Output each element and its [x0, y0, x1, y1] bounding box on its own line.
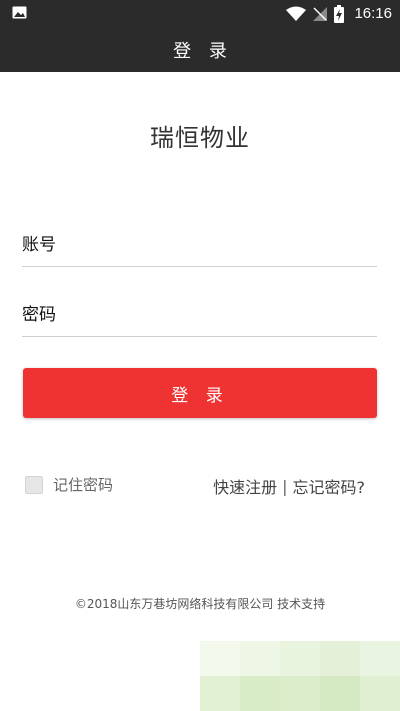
footer-copyright: ©2018山东万巷坊网络科技有限公司 技术支持	[74, 597, 326, 611]
app-bar: 登 录	[0, 27, 400, 72]
image-icon	[12, 6, 27, 19]
login-button[interactable]: 登 录	[23, 368, 377, 418]
no-signal-icon	[313, 6, 328, 21]
forgot-password-link[interactable]: 忘记密码?	[293, 474, 366, 498]
pixelated-watermark	[200, 641, 400, 711]
account-links: 快速注册 | 忘记密码?	[213, 474, 365, 498]
password-field	[22, 294, 377, 337]
battery-charging-icon	[334, 4, 345, 23]
wifi-icon	[286, 6, 307, 21]
remember-password-checkbox[interactable]	[25, 475, 43, 494]
remember-password[interactable]: 记住密码	[25, 474, 113, 495]
account-field	[22, 224, 377, 267]
register-link[interactable]: 快速注册	[213, 474, 277, 498]
page-title: 登 录	[173, 40, 233, 62]
account-input[interactable]	[22, 224, 377, 266]
link-separator: |	[282, 476, 288, 496]
password-input[interactable]	[22, 294, 377, 336]
status-bar: 16:16	[0, 0, 400, 27]
app-name: 瑞恒物业	[150, 124, 250, 152]
remember-password-label: 记住密码	[53, 476, 114, 494]
status-time: 16:16	[354, 5, 392, 22]
login-button-label: 登 录	[171, 385, 229, 406]
